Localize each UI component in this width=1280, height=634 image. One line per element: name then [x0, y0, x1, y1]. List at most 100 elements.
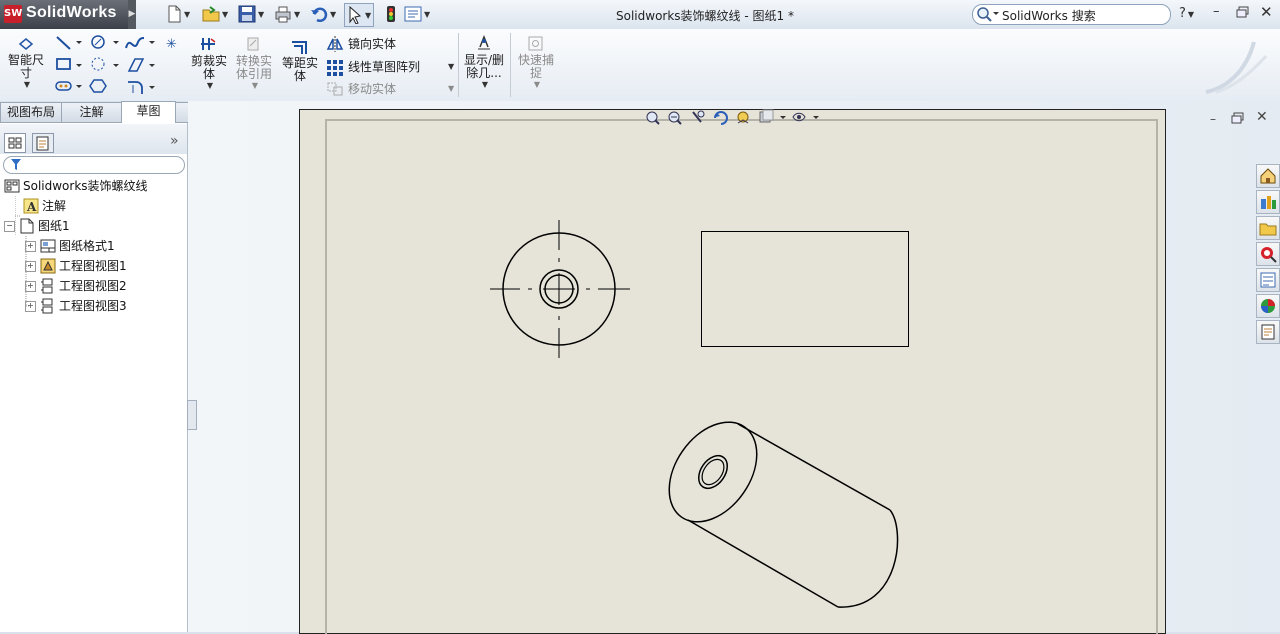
spline-icon	[125, 37, 155, 49]
hide-show-items-icon	[792, 112, 819, 122]
trim-icon	[201, 38, 216, 50]
feature-manager-tab[interactable]	[4, 133, 26, 153]
sw-logo-icon: SW	[4, 5, 22, 23]
folder-icon	[1259, 223, 1277, 236]
menu-expand-arrow-icon[interactable]: ▶	[128, 0, 136, 29]
heads-up-view-toolbar[interactable]	[644, 109, 822, 127]
relations-icon	[478, 34, 490, 50]
rebuild-button[interactable]	[386, 5, 396, 23]
window-title: Solidworks装饰螺纹线 - 图纸1 *	[616, 9, 794, 23]
home-icon	[1260, 168, 1276, 184]
doc-minimize-button[interactable]: –	[1210, 112, 1216, 126]
convert-entities-button: 转换实体引用 ▼	[234, 36, 274, 90]
doc-restore-icon[interactable]	[1231, 112, 1245, 124]
smart-dimension-icon	[18, 38, 34, 50]
pointer-icon	[349, 6, 362, 24]
tree-filter-input[interactable]	[3, 156, 185, 174]
search-results-icon	[1261, 247, 1277, 263]
new-document-button[interactable]: ▼	[166, 5, 190, 23]
sketch-tools[interactable]: ✳	[54, 34, 184, 96]
move-icon	[327, 82, 343, 96]
move-dropdown-arrow-icon[interactable]: ▼	[448, 84, 454, 93]
display-style-icon	[759, 109, 786, 123]
options-button[interactable]: ▼	[404, 5, 430, 23]
task-pane-tabs	[1256, 164, 1280, 344]
move-entities-button: 移动实体	[326, 81, 396, 97]
polygon-plane-icon	[127, 58, 155, 72]
custom-properties-tab[interactable]	[1256, 320, 1280, 344]
close-button[interactable]: ✕	[1260, 3, 1273, 21]
search-results-tab[interactable]	[1256, 242, 1280, 266]
slot-rounded-icon	[55, 81, 82, 91]
drawing-view-side[interactable]	[701, 231, 909, 347]
panel-header: »	[0, 124, 187, 154]
quick-snap-label: 快速捕捉	[517, 53, 554, 80]
ribbon-separator	[510, 33, 511, 97]
new-document-icon	[168, 5, 181, 23]
minimize-button[interactable]: –	[1213, 4, 1220, 19]
options-icon	[404, 6, 422, 22]
save-button[interactable]: ▼	[238, 5, 264, 23]
design-library-icon	[1261, 196, 1276, 209]
tree-item-label: 工程图视图2	[59, 279, 127, 293]
relations-label: 显示/删除几...	[463, 53, 505, 80]
mirror-entities-button[interactable]: 镜向实体	[326, 35, 396, 53]
tree-item-label: 注解	[42, 199, 67, 213]
display-delete-relations-button[interactable]: 显示/删除几... ▼	[462, 34, 506, 89]
restore-icon	[1236, 6, 1249, 18]
save-icon	[238, 5, 256, 23]
rotate-icon	[714, 111, 728, 125]
app-name: SolidWorks	[26, 4, 117, 21]
select-button[interactable]: ▼	[344, 3, 375, 27]
drawing-icon	[4, 179, 20, 193]
tab-view-layout[interactable]: 视图布局	[0, 102, 62, 123]
tree-root-label: Solidworks装饰螺纹线	[23, 179, 148, 193]
search-label: SolidWorks 搜索	[1002, 9, 1096, 23]
undo-icon	[311, 7, 328, 22]
panel-splitter-handle[interactable]	[187, 400, 197, 430]
zoom-to-area-icon	[668, 111, 682, 125]
offset-entities-button[interactable]: 等距实体	[280, 36, 320, 83]
linear-pattern-label: 线性草图阵列	[348, 59, 421, 74]
collapse-icon[interactable]: −	[4, 220, 15, 232]
smart-dimension-label: 智能尺寸	[7, 53, 44, 80]
design-library-tab[interactable]	[1256, 190, 1280, 214]
circle-icon	[91, 35, 119, 49]
property-manager-tab[interactable]	[32, 133, 54, 153]
solidworks-logo[interactable]: SW SolidWorks	[0, 0, 128, 29]
restore-button[interactable]	[1236, 6, 1249, 18]
appearances-tab[interactable]	[1256, 294, 1280, 318]
convert-label: 转换实体引用	[235, 54, 272, 81]
expand-panel-icon[interactable]: »	[170, 133, 179, 149]
tab-annotation[interactable]: 注解	[61, 102, 122, 123]
linear-pattern-button[interactable]: 线性草图阵列	[326, 58, 420, 76]
trim-entities-button[interactable]: 剪裁实体 ▼	[189, 36, 229, 90]
view-palette-icon	[1260, 272, 1276, 288]
help-button[interactable]: ? ▼	[1179, 6, 1194, 21]
filter-icon	[11, 159, 21, 170]
open-button[interactable]: ▼	[202, 5, 228, 23]
property-manager-icon	[36, 136, 49, 151]
linear-pattern-icon	[327, 60, 343, 76]
cylinder-edge-top	[737, 423, 891, 511]
drawing-view-isometric[interactable]	[660, 410, 910, 620]
cylinder-edge-bottom	[687, 519, 839, 608]
undo-button[interactable]: ▼	[310, 5, 336, 23]
cylinder-hole-inner	[701, 458, 725, 486]
doc-close-button[interactable]: ✕	[1256, 109, 1268, 125]
print-button[interactable]: ▼	[274, 5, 300, 23]
drawing-view-front[interactable]	[488, 218, 632, 360]
tree-root[interactable]: Solidworks装饰螺纹线	[4, 176, 186, 196]
pattern-dropdown-arrow-icon[interactable]: ▼	[448, 62, 454, 71]
convert-icon	[247, 37, 259, 51]
home-tab[interactable]	[1256, 164, 1280, 188]
cylinder-back-silhouette	[837, 509, 899, 608]
file-explorer-tab[interactable]	[1256, 216, 1280, 240]
smart-dimension-button[interactable]: 智能尺寸 ▼	[6, 37, 46, 89]
quick-snaps-button: 快速捕捉 ▼	[516, 35, 556, 89]
open-folder-icon	[202, 6, 220, 22]
tab-sketch[interactable]: 草图	[121, 101, 176, 124]
view-palette-tab[interactable]	[1256, 268, 1280, 292]
search-icon[interactable]	[976, 6, 1000, 22]
help-icon: ?	[1179, 6, 1186, 21]
